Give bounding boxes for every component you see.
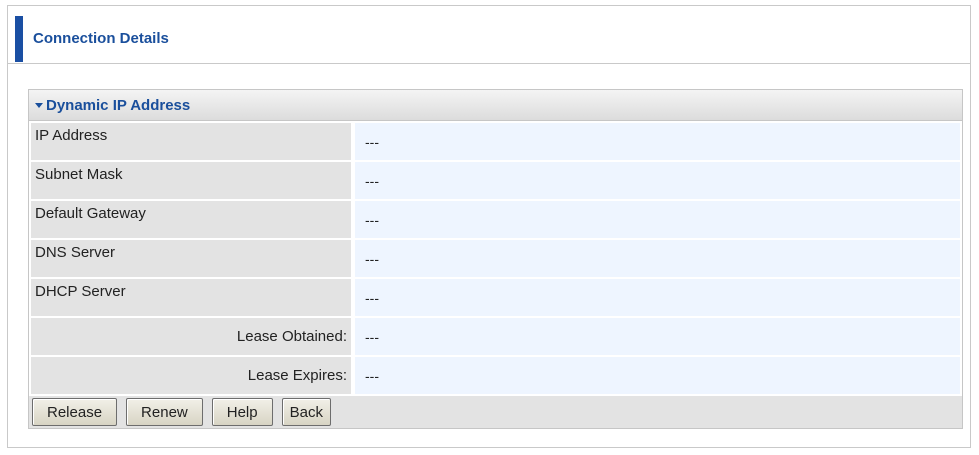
row-ip-address: IP Address --- <box>29 123 962 160</box>
row-default-gateway: Default Gateway --- <box>29 201 962 238</box>
subnet-mask-label: Subnet Mask <box>31 162 351 199</box>
dhcp-server-value: --- <box>355 279 960 316</box>
default-gateway-value: --- <box>355 201 960 238</box>
lease-expires-value: --- <box>355 357 960 394</box>
row-dns-server: DNS Server --- <box>29 240 962 277</box>
dns-server-label: DNS Server <box>31 240 351 277</box>
dhcp-server-label: DHCP Server <box>31 279 351 316</box>
row-lease-expires: Lease Expires: --- <box>29 357 962 394</box>
renew-button[interactable]: Renew <box>126 398 203 426</box>
back-button[interactable]: Back <box>281 398 331 426</box>
section-header[interactable]: Dynamic IP Address <box>29 90 962 121</box>
title-accent-bar <box>15 16 23 62</box>
row-subnet-mask: Subnet Mask --- <box>29 162 962 199</box>
button-bar: Release Renew Help Back <box>29 396 962 428</box>
lease-obtained-label: Lease Obtained: <box>31 318 351 355</box>
default-gateway-label: Default Gateway <box>31 201 351 238</box>
subnet-mask-value: --- <box>355 162 960 199</box>
title-divider <box>8 63 970 64</box>
row-dhcp-server: DHCP Server --- <box>29 279 962 316</box>
title-bar: Connection Details <box>8 16 970 62</box>
dns-server-value: --- <box>355 240 960 277</box>
caret-down-icon[interactable] <box>35 103 43 108</box>
release-button[interactable]: Release <box>32 398 118 426</box>
page-title: Connection Details <box>33 30 169 47</box>
dynamic-ip-panel: Dynamic IP Address IP Address --- Subnet… <box>28 89 963 429</box>
ip-address-label: IP Address <box>31 123 351 160</box>
help-button[interactable]: Help <box>211 398 273 426</box>
lease-obtained-value: --- <box>355 318 960 355</box>
main-frame: Connection Details Dynamic IP Address IP… <box>7 5 971 448</box>
row-lease-obtained: Lease Obtained: --- <box>29 318 962 355</box>
lease-expires-label: Lease Expires: <box>31 357 351 394</box>
ip-address-value: --- <box>355 123 960 160</box>
section-title: Dynamic IP Address <box>46 96 191 114</box>
